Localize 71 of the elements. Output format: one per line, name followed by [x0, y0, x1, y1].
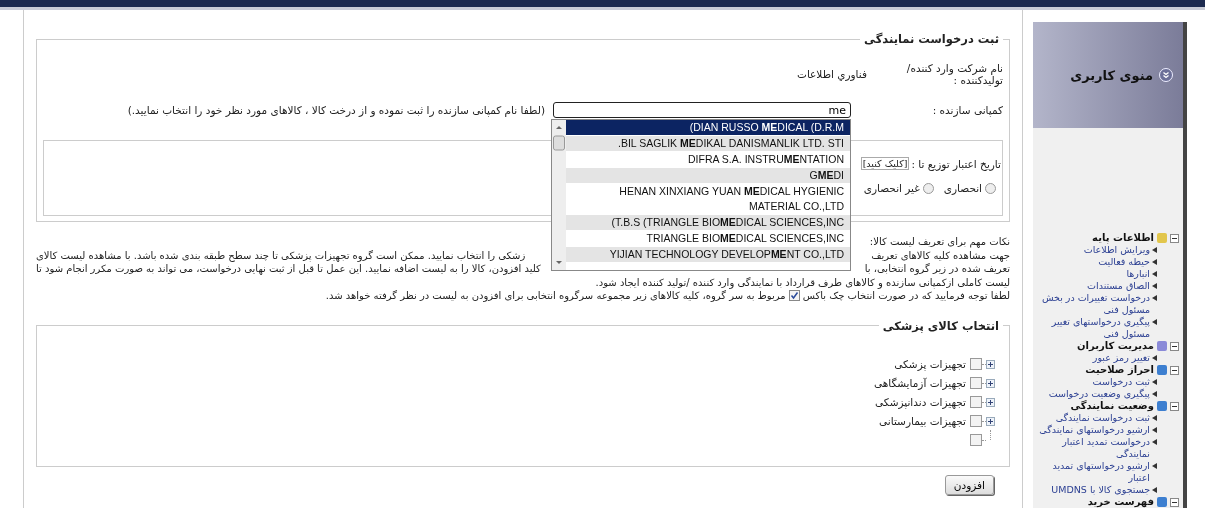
radio-label: غیر انحصاری	[863, 182, 920, 194]
collapse-icon[interactable]	[1170, 341, 1179, 351]
note-text: مربوط به سر گروه، کلیه کالاهای زیر مجموعه سرگروه انتخابی برای افزودن به لیست در نظر گرفته خواهد شد.	[325, 289, 786, 303]
panel-title: ثبت درخواست نمایندگی	[863, 32, 1000, 46]
notes-title: نکات مهم برای تعریف لیست کالا:	[869, 235, 1010, 249]
menu-group-title[interactable]: فهرست خرید	[1087, 496, 1154, 508]
menu-link[interactable]: تغییر رمز عبور	[1092, 352, 1150, 364]
menu-group-title[interactable]: مدیریت کاربران	[1076, 340, 1154, 352]
field-label: کمپانی سازنده :	[931, 104, 1003, 116]
checkbox[interactable]	[970, 434, 982, 446]
triangle-icon	[1152, 355, 1157, 361]
menu-group-title[interactable]: وضعیت نمایندگی	[1070, 400, 1154, 412]
add-button[interactable]: افزودن	[944, 474, 994, 495]
suggestion-item[interactable]: (T.B.S (TRIANGLE BIOMEDICAL SCIENCES,INC	[566, 215, 850, 231]
menu-group-title[interactable]: اطلاعات پایه	[1092, 232, 1154, 244]
field-value: فناوري اطلاعات	[797, 68, 867, 80]
checkbox[interactable]	[970, 415, 982, 427]
menu-link[interactable]: پیگیری وضعیت درخواست	[1048, 388, 1150, 400]
collapse-icon[interactable]	[1170, 233, 1179, 243]
menu-link[interactable]: انبارها	[1126, 268, 1150, 280]
menu-link[interactable]: پیگیری درخواستهای تغییر مسئول فنی	[1033, 316, 1150, 340]
expand-icon[interactable]	[986, 397, 995, 407]
suggestion-item[interactable]: YIJIAN TECHNOLOGY DEVELOPMENT CO.,LTD	[566, 247, 850, 263]
checkbox[interactable]	[970, 377, 982, 389]
menu-link[interactable]: حیطه فعالیت	[1098, 256, 1150, 268]
collapse-icon[interactable]	[1170, 401, 1179, 411]
date-field[interactable]: [کلیک کنید]	[860, 157, 910, 170]
menu-link[interactable]: درخواست تغییرات در بخش مسئول فنی	[1033, 292, 1150, 316]
note-text: لیست کاملی ازکمپانی سازنده و کالاهای طرف قرارداد با نمایندگی وارد کننده /تولید کننده ایجاد شود.	[595, 275, 1010, 289]
menu-link[interactable]: ارشیو درخواستهای نمایندگی	[1039, 424, 1150, 436]
chevron-down-icon[interactable]	[1159, 68, 1173, 82]
menu-group-title[interactable]: احراز صلاحیت	[1085, 364, 1154, 376]
menu-link[interactable]: الصاق مستندات	[1087, 280, 1150, 292]
menu-link[interactable]: ثبت درخواست	[1092, 376, 1150, 388]
checkbox[interactable]	[970, 358, 982, 370]
hint-text: (لطفا نام کمپانی سازنده را ثبت نموده و از درخت کالا ، کالاهای مورد نظر خود را انتخاب نمایید.)	[127, 104, 545, 116]
collapse-icon[interactable]	[1170, 365, 1179, 375]
note-text: لطفا توجه فرمایید که در صورت انتخاب چک باکس	[802, 289, 1010, 303]
tree-item-label[interactable]: تجهیزات بیمارستانی	[879, 415, 966, 427]
scrollbar-drawing[interactable]	[552, 120, 566, 270]
suggestion-item[interactable]: (DIAN RUSSO MEDICAL (D.R.M	[566, 120, 850, 136]
checkbox[interactable]	[970, 396, 982, 408]
expand-icon[interactable]	[986, 416, 995, 426]
menu-link[interactable]: ارشیو درخواستهای تمدید اعتبار	[1033, 460, 1150, 484]
menu-link[interactable]: ثبت درخواست نمایندگی	[1055, 412, 1150, 424]
radio-button[interactable]	[922, 182, 934, 194]
expand-icon[interactable]	[986, 378, 995, 388]
tree-item-label[interactable]: تجهیزات دندانپزشکی	[875, 396, 966, 408]
note-text: تعریف شده در زیر گروه انتخابی، با	[864, 262, 1010, 276]
suggestion-item[interactable]: GMEDI	[566, 168, 850, 184]
radio-button[interactable]	[985, 182, 996, 194]
radio-label: انحصاری	[943, 182, 982, 194]
note-text: جهت مشاهده کلیه کالاهای تعریف	[871, 248, 1010, 262]
triangle-icon	[1152, 319, 1157, 325]
triangle-icon	[1152, 487, 1157, 493]
field-label: تاریخ اعتبار توزیع تا :	[911, 157, 1001, 170]
note-text: زشکی را انتخاب نمایید. ممکن است گروه تجهیزات پزشکی تا چند سطح طبقه بندی شده باشد. با مشاهده لیست کالای	[36, 248, 526, 262]
tree-item-label[interactable]: تجهیزات آزمایشگاهی	[873, 377, 966, 389]
menu-link[interactable]: درخواست تمدید اعتبار نمایندگی	[1033, 436, 1150, 460]
collapse-icon[interactable]	[1170, 497, 1179, 507]
triangle-icon	[1152, 463, 1157, 469]
sidebar-title: منوی کاربری	[1070, 67, 1153, 83]
input-field[interactable]: me	[553, 102, 851, 118]
note-text: کلید افزودن، کالا را به لیست اضافه نمایید. این عمل تا قبل از ثبت نهایی درخواست، می تواند به صورت مکرر انجام شود تا	[36, 262, 541, 276]
field-label: نام شرکت وارد کننده/تولیدکننده :	[905, 62, 1003, 86]
tree-item-label[interactable]: تجهیزات پزشکی	[894, 358, 966, 370]
menu-link[interactable]: جستجوی کالا با UMDNS	[1051, 484, 1150, 496]
menu-link[interactable]: ویرایش اطلاعات	[1083, 244, 1150, 256]
expand-icon[interactable]	[986, 359, 995, 369]
suggestion-item[interactable]: .BIL SAGLIK MEDIKAL DANISMANLIK LTD. STI	[566, 136, 850, 152]
panel-title: انتخاب کالای پزشکی	[881, 318, 1000, 333]
